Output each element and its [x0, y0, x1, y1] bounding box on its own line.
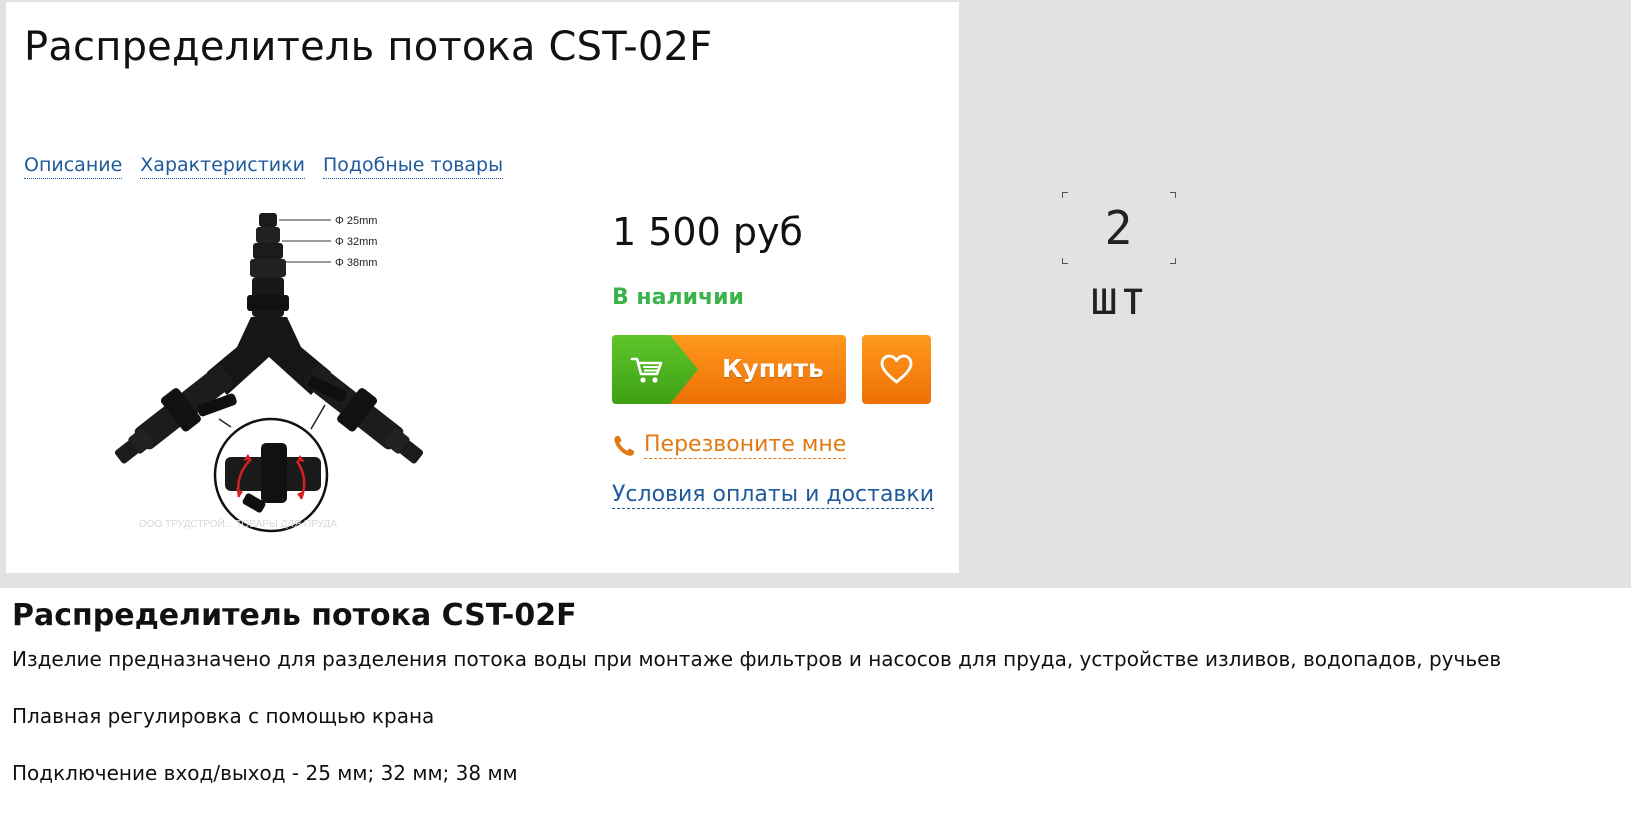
price: 1 500 руб — [612, 210, 803, 254]
description-section: Распределитель потока CST-02F Изделие пр… — [12, 598, 1612, 818]
callout-32: Φ 32mm — [335, 236, 377, 248]
buy-button[interactable]: Купить — [612, 335, 846, 404]
payment-delivery-link[interactable]: Условия оплаты и доставки — [612, 482, 934, 509]
callout-38: Φ 38mm — [335, 257, 377, 269]
quantity-display: 2 шт — [1062, 192, 1176, 325]
callback-label: Перезвоните мне — [644, 432, 847, 459]
product-tabs: Описание Характеристики Подобные товары — [24, 154, 504, 179]
image-watermark: ООО ТРУДСТРОЙ... ТОВАРЫ ДЛЯ ПРУДА — [139, 517, 337, 530]
callout-25: Φ 25mm — [335, 215, 377, 227]
tab-characteristics[interactable]: Характеристики — [140, 154, 305, 179]
description-paragraph: Изделие предназначено для разделения пот… — [12, 647, 1502, 671]
phone-icon — [614, 435, 634, 456]
quantity-value: 2 шт — [1090, 201, 1148, 325]
stock-status: В наличии — [612, 285, 744, 310]
page-title: Распределитель потока CST-02F — [24, 24, 713, 70]
product-image[interactable]: Φ 25mm Φ 32mm Φ 38mm ООО ТРУДСТРОЙ... ТО… — [101, 207, 461, 559]
callback-link[interactable]: Перезвоните мне — [612, 432, 847, 459]
tab-description[interactable]: Описание — [24, 154, 123, 179]
buy-button-label: Купить — [722, 354, 824, 383]
favorite-button[interactable] — [862, 335, 931, 404]
buy-button-cart-part — [612, 335, 698, 404]
description-paragraph: Плавная регулировка с помощью крана — [12, 704, 435, 728]
heart-icon — [880, 354, 913, 384]
description-paragraph: Подключение вход/выход - 25 мм; 32 мм; 3… — [12, 761, 518, 785]
description-title: Распределитель потока CST-02F — [12, 598, 577, 633]
tab-similar-products[interactable]: Подобные товары — [322, 154, 504, 179]
cart-icon — [630, 357, 663, 383]
product-card: Распределитель потока CST-02F Описание Х… — [6, 2, 959, 573]
